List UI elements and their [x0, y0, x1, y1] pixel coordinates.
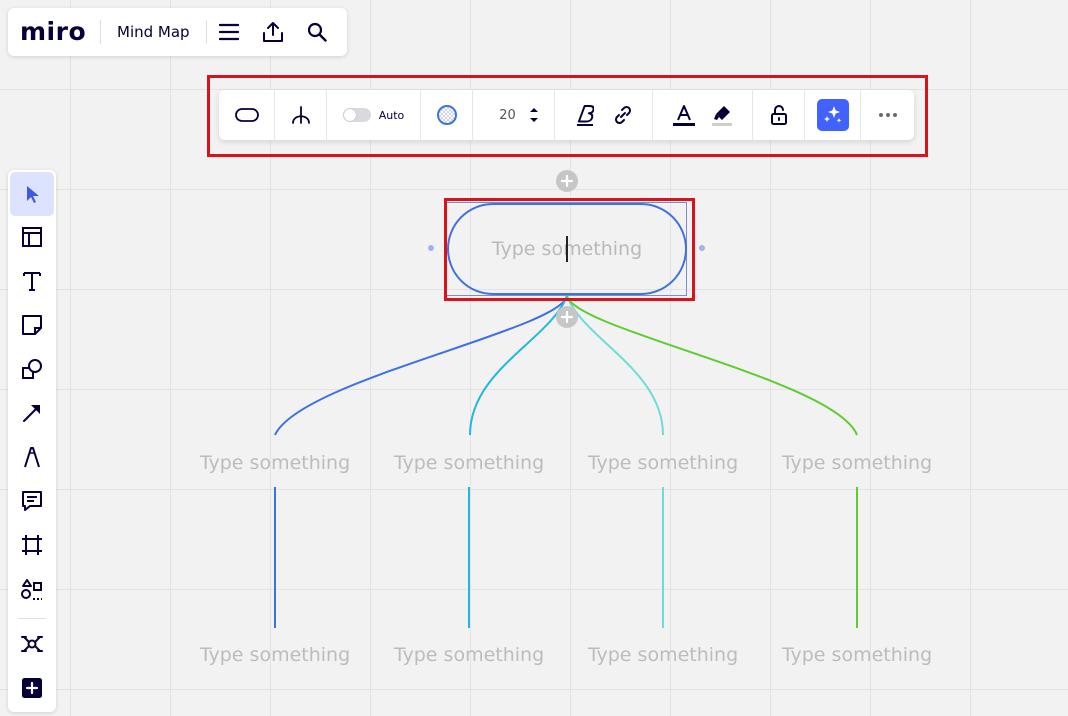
more-tools-icon — [21, 579, 42, 600]
text-icon — [23, 272, 41, 291]
board-title[interactable]: Mind Map — [101, 8, 206, 56]
child-node-1[interactable]: Type something — [185, 451, 365, 475]
add-app-button[interactable] — [10, 666, 54, 710]
child-node-2[interactable]: Type something — [379, 451, 559, 475]
arrow-tool[interactable] — [10, 391, 54, 435]
grandchild-node-1[interactable]: Type something — [185, 643, 365, 667]
sidebar-divider — [18, 618, 46, 619]
cursor-icon — [27, 186, 39, 203]
export-button[interactable] — [251, 8, 295, 56]
mindmap-tool[interactable] — [10, 622, 54, 666]
toolbar-highlight — [207, 75, 928, 157]
resize-handle-right[interactable] — [699, 245, 705, 251]
comment-icon — [22, 491, 42, 511]
grandchild-node-4[interactable]: Type something — [767, 643, 947, 667]
menu-button[interactable] — [207, 8, 251, 56]
grandchild-node-3[interactable]: Type something — [573, 643, 753, 667]
search-button[interactable] — [295, 8, 339, 56]
templates-tool[interactable] — [10, 215, 54, 259]
templates-icon — [22, 227, 42, 247]
shapes-tool[interactable] — [10, 347, 54, 391]
select-tool[interactable] — [10, 172, 54, 216]
resize-handle-left[interactable] — [428, 245, 434, 251]
frame-icon — [22, 535, 42, 555]
search-icon — [307, 22, 327, 42]
pen-tool[interactable] — [10, 435, 54, 479]
node-highlight — [444, 198, 695, 301]
branch-1-curve — [274, 295, 568, 436]
mindmap-icon — [21, 636, 43, 652]
add-parent-button[interactable] — [556, 170, 578, 192]
shapes-icon — [22, 359, 42, 379]
miro-logo[interactable]: miro — [8, 8, 100, 56]
hamburger-icon — [218, 23, 239, 41]
branch-3-curve — [566, 295, 664, 436]
child-node-3[interactable]: Type something — [573, 451, 753, 475]
pen-icon — [24, 447, 40, 468]
sticky-note-icon — [22, 315, 42, 335]
more-tools[interactable] — [10, 567, 54, 611]
grandchild-node-2[interactable]: Type something — [379, 643, 559, 667]
text-tool[interactable] — [10, 259, 54, 303]
add-child-button[interactable] — [556, 306, 578, 328]
add-icon — [22, 678, 42, 698]
plus-icon — [561, 311, 573, 323]
sticky-note-tool[interactable] — [10, 303, 54, 347]
branch-2-curve — [469, 295, 568, 436]
frame-tool[interactable] — [10, 523, 54, 567]
child-node-4[interactable]: Type something — [767, 451, 947, 475]
arrow-icon — [23, 405, 40, 422]
board-header: miro Mind Map — [8, 8, 347, 56]
tool-sidebar — [8, 170, 56, 712]
plus-icon — [561, 175, 573, 187]
comment-tool[interactable] — [10, 479, 54, 523]
branch-4-curve — [566, 295, 858, 436]
upload-icon — [262, 22, 283, 42]
